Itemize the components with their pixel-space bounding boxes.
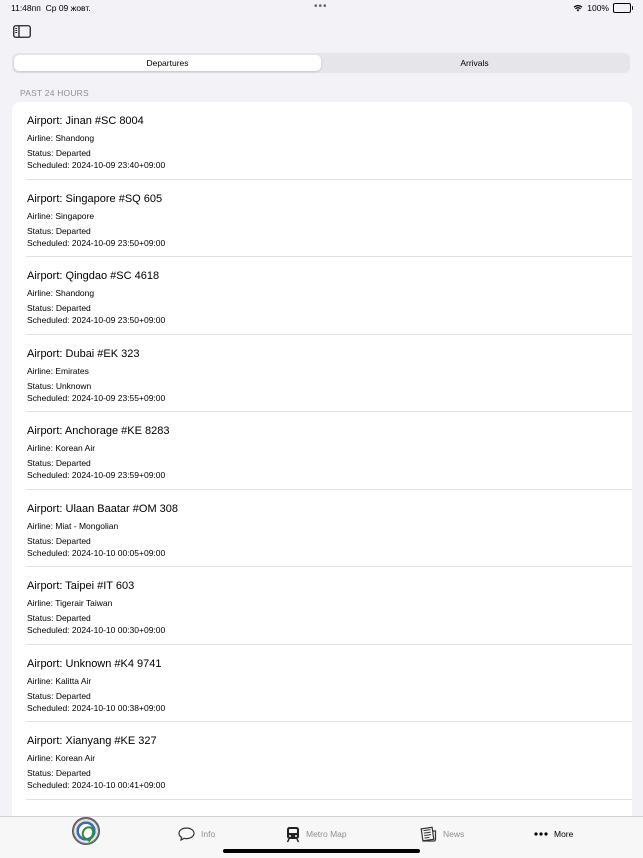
flight-airline: Airline: Kalitta Air: [27, 675, 92, 686]
flight-airport: Airport: Qingdao #SC 4618: [27, 270, 160, 282]
battery-full-icon: [613, 3, 633, 13]
flight-status: Status: Departed: [27, 613, 91, 623]
flight-scheduled: Scheduled: 2024-10-10 00:38+09:00: [27, 702, 166, 713]
flight-airport: Airport: Singapore #SQ 605: [27, 192, 163, 205]
tab-home[interactable]: [72, 817, 100, 845]
tab-news-label: News: [443, 829, 465, 839]
flight-row[interactable]: Airport: Dubai #EK 323 Airline: Emirates…: [12, 335, 632, 413]
sidebar-toggle-icon[interactable]: [13, 25, 31, 38]
battery-percent: 100%: [587, 3, 609, 13]
flight-scheduled: Scheduled: 2024-10-09 23:50+09:00: [27, 315, 166, 325]
flight-airport: Airport: Ulaan Baatar #OM 308: [27, 502, 179, 515]
home-indicator[interactable]: [223, 849, 420, 853]
multitasking-dots-icon[interactable]: •••: [314, 1, 328, 12]
flight-airline: Airline: Shandong: [27, 133, 95, 143]
flight-airline: Airline: Miat - Mongolian: [27, 520, 119, 531]
section-header: PAST 24 HOURS: [20, 88, 89, 98]
flight-row[interactable]: Airport: Xianyang #KE 327 Airline: Korea…: [12, 722, 632, 800]
flight-status: Status: Departed: [27, 148, 91, 158]
train-icon: [286, 826, 300, 842]
departures-segment[interactable]: Departures: [14, 55, 321, 71]
flight-scheduled: Scheduled: 2024-10-09 23:50+09:00: [27, 237, 166, 248]
flight-airline: Airline: Shandong: [27, 288, 95, 298]
flight-airline: Airline: Emirates: [27, 365, 89, 376]
flight-airport: Airport: Unknown #K4 9741: [27, 657, 162, 670]
flight-airport: Airport: Taipei #IT 603: [27, 580, 135, 592]
departures-arrivals-segmented-control[interactable]: Departures Arrivals: [12, 53, 630, 73]
flight-status: Status: Departed: [27, 303, 91, 313]
tab-metro-map[interactable]: Metro Map: [286, 823, 347, 845]
speech-bubble-icon: [178, 827, 195, 841]
wifi-icon: [573, 5, 583, 12]
flight-row[interactable]: Airport: Qingdao #SC 4618 Airline: Shand…: [12, 257, 632, 335]
flight-status: Status: Departed: [27, 225, 91, 236]
tab-more[interactable]: More: [534, 823, 573, 845]
flight-row[interactable]: Airport: Singapore #SQ 605 Airline: Sing…: [12, 180, 632, 258]
flight-airport: Airport: Xianyang #KE 327: [27, 735, 157, 747]
flight-row[interactable]: Airport: Unknown #K4 9741 Airline: Kalit…: [12, 645, 632, 723]
flight-row[interactable]: Airport: Anchorage #KE 8283 Airline: Kor…: [12, 412, 632, 490]
flight-status: Status: Unknown: [27, 380, 92, 391]
flight-scheduled: Scheduled: 2024-10-09 23:55+09:00: [27, 392, 166, 403]
flight-airport: Airport: Anchorage #KE 8283: [27, 425, 170, 437]
flight-airline: Airline: Korean Air: [27, 753, 96, 763]
flight-airport: Airport: Jinan #SC 8004: [27, 115, 144, 127]
flight-row[interactable]: Airport: Ulaan Baatar #OM 308 Airline: M…: [12, 490, 632, 568]
ellipsis-icon: [534, 832, 548, 836]
status-indicators: 100%: [573, 3, 633, 13]
flight-airline: Airline: Korean Air: [27, 443, 96, 453]
tab-news[interactable]: News: [419, 823, 464, 845]
flight-scheduled: Scheduled: 2024-10-10 00:41+09:00: [27, 780, 166, 790]
status-bar: 11:48пп Ср 09 жовт. ••• 100%: [0, 0, 643, 16]
tab-metro-map-label: Metro Map: [306, 829, 347, 839]
arrivals-segment[interactable]: Arrivals: [321, 55, 628, 71]
flight-scheduled: Scheduled: 2024-10-10 00:30+09:00: [27, 625, 166, 635]
flight-status: Status: Departed: [27, 690, 91, 701]
tab-info[interactable]: Info: [178, 823, 215, 845]
app-logo-icon: [72, 817, 100, 845]
newspaper-icon: [420, 826, 437, 842]
flight-scheduled: Scheduled: 2024-10-09 23:59+09:00: [27, 470, 166, 480]
flight-status: Status: Departed: [27, 458, 91, 468]
flight-row[interactable]: Airport: Jinan #SC 8004 Airline: Shandon…: [12, 102, 632, 180]
flight-row[interactable]: Airport: Taipei #IT 603 Airline: Tigerai…: [12, 567, 632, 645]
status-time: 11:48пп Ср 09 жовт.: [11, 3, 91, 13]
flight-status: Status: Departed: [27, 768, 91, 778]
flight-status: Status: Departed: [27, 535, 91, 546]
tab-info-label: Info: [201, 829, 216, 839]
flight-airline: Airline: Singapore: [27, 210, 95, 221]
flights-list[interactable]: Airport: Jinan #SC 8004 Airline: Shandon…: [12, 102, 632, 818]
flight-airline: Airline: Tigerair Taiwan: [27, 598, 113, 608]
flight-scheduled: Scheduled: 2024-10-10 00:05+09:00: [27, 547, 166, 558]
flight-airport: Airport: Dubai #EK 323: [27, 347, 140, 360]
flight-scheduled: Scheduled: 2024-10-09 23:40+09:00: [27, 160, 166, 170]
tab-more-label: More: [554, 829, 574, 839]
